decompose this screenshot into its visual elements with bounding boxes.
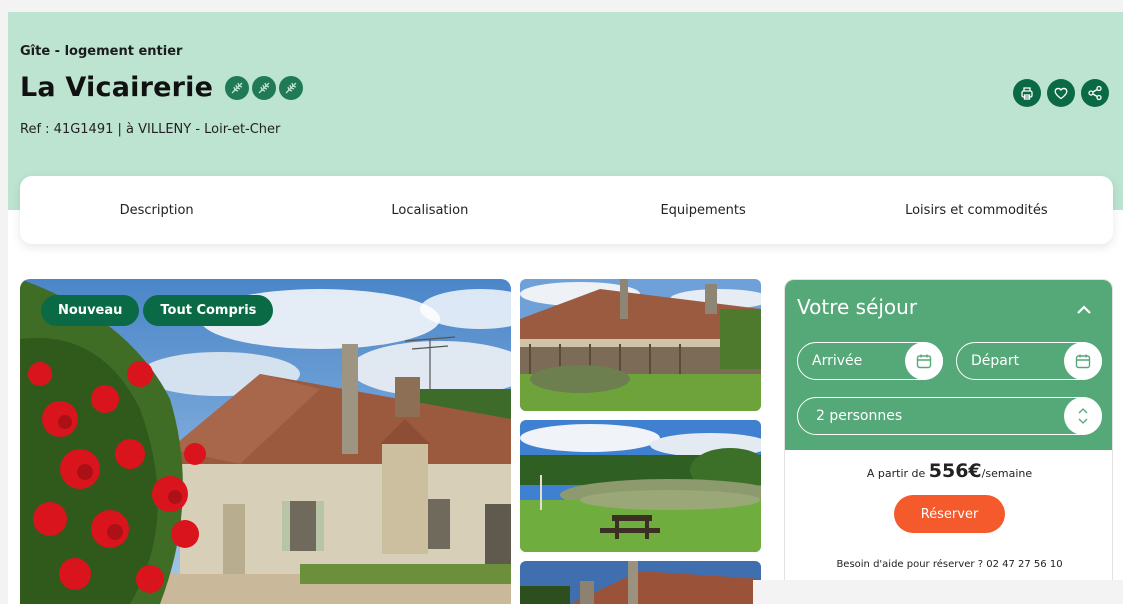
epi-rating — [225, 75, 304, 100]
epi-icon — [279, 75, 304, 100]
tab-description[interactable]: Description — [20, 203, 293, 218]
price-prefix: A partir de — [866, 467, 929, 480]
departure-date-field[interactable]: Départ — [956, 342, 1102, 380]
house-photo — [520, 561, 761, 604]
main-photo[interactable]: Nouveau Tout Compris — [20, 279, 511, 604]
heart-icon — [1054, 87, 1068, 100]
photo-thumbnail[interactable] — [520, 420, 761, 552]
booking-panel: Votre séjour Arrivée Départ 2 personnes — [784, 279, 1113, 591]
price-amount: 556€ — [928, 460, 982, 482]
garden-photo — [520, 279, 761, 411]
booking-form: Votre séjour Arrivée Départ 2 personnes — [785, 280, 1112, 450]
calendar-icon[interactable] — [905, 342, 943, 380]
badge-new: Nouveau — [41, 295, 140, 326]
booking-help-text: Besoin d'aide pour réserver ? 02 47 27 5… — [836, 559, 1063, 570]
tab-loisirs[interactable]: Loisirs et commodités — [840, 203, 1113, 218]
print-icon — [1021, 87, 1033, 100]
badge-all-inclusive: Tout Compris — [143, 295, 274, 326]
photo-badges: Nouveau Tout Compris — [41, 295, 274, 326]
page: Gîte - logement entier La Vicairerie Ref… — [8, 12, 1123, 604]
booking-title: Votre séjour — [797, 295, 918, 319]
arrival-date-field[interactable]: Arrivée — [797, 342, 943, 380]
listing-reference: Ref : 41G1491 | à VILLENY - Loir-et-Cher — [20, 122, 281, 137]
departure-placeholder: Départ — [971, 353, 1020, 369]
photo-thumbnail[interactable] — [520, 279, 761, 411]
title-row: La Vicairerie — [20, 72, 304, 103]
page-title: La Vicairerie — [20, 72, 214, 103]
page-background — [753, 580, 1123, 604]
listing-type: Gîte - logement entier — [20, 44, 183, 59]
calendar-icon[interactable] — [1064, 342, 1102, 380]
price-summary: A partir de 556€/semaine — [785, 460, 1112, 482]
section-tabs: Description Localisation Equipements Loi… — [20, 176, 1113, 244]
epi-icon — [252, 75, 277, 100]
share-icon — [1088, 85, 1102, 101]
print-button[interactable] — [1013, 79, 1041, 107]
pond-photo — [520, 420, 761, 552]
listing-actions — [1013, 79, 1109, 107]
arrival-placeholder: Arrivée — [812, 353, 863, 369]
guests-selector[interactable]: 2 personnes — [797, 397, 1102, 435]
reserve-button[interactable]: Réserver — [894, 495, 1005, 533]
photo-thumbnail[interactable] — [520, 561, 761, 604]
tab-equipements[interactable]: Equipements — [567, 203, 840, 218]
favorite-button[interactable] — [1047, 79, 1075, 107]
tab-localisation[interactable]: Localisation — [293, 203, 566, 218]
share-button[interactable] — [1081, 79, 1109, 107]
epi-icon — [225, 75, 250, 100]
stepper-icon[interactable] — [1064, 397, 1102, 435]
house-photo — [20, 279, 511, 604]
chevron-up-icon[interactable] — [1074, 300, 1094, 320]
price-suffix: /semaine — [981, 467, 1033, 480]
guests-value: 2 personnes — [816, 408, 903, 424]
